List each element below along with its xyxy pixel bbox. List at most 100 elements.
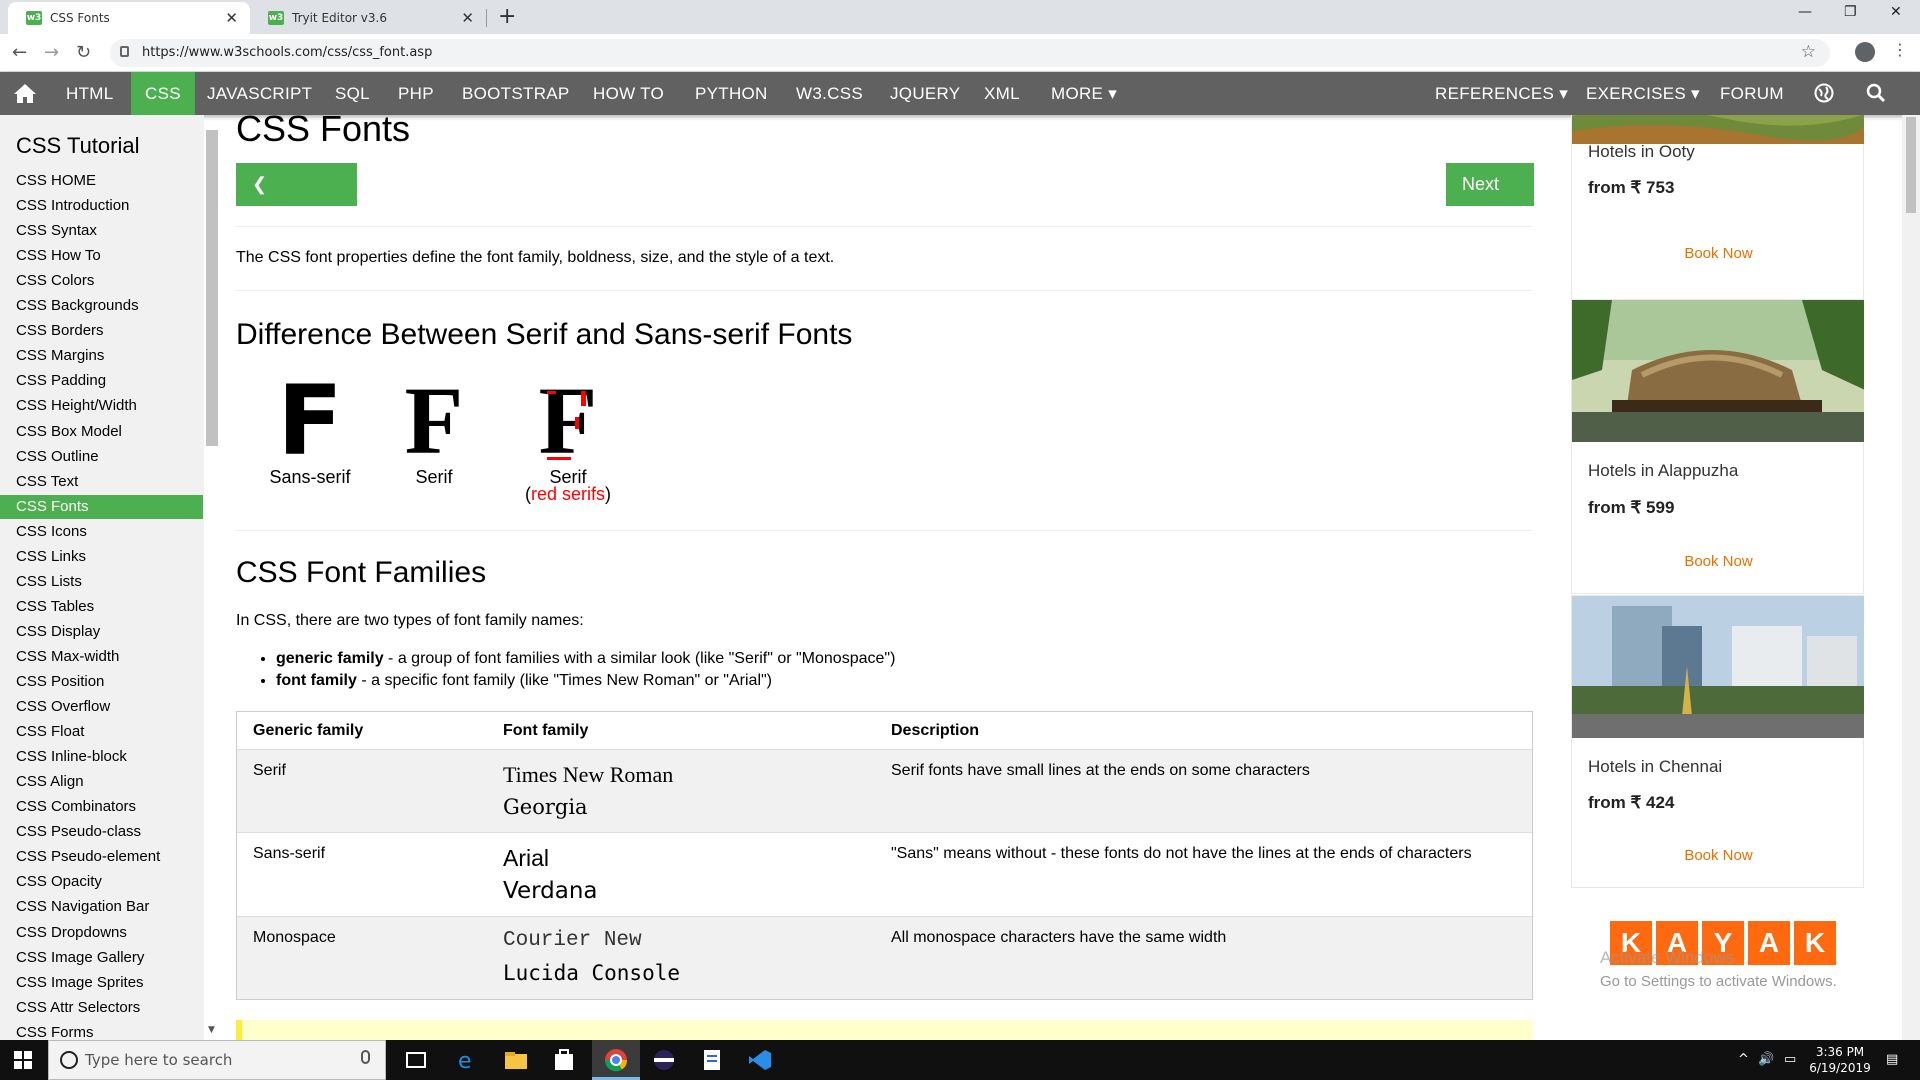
close-tab-icon[interactable]: ✕: [225, 9, 238, 27]
sidebar-item[interactable]: CSS Introduction: [0, 194, 203, 218]
nav-html[interactable]: HTML: [52, 72, 127, 115]
previous-button[interactable]: ❮ Previous: [236, 163, 357, 237]
nav-bootstrap[interactable]: BOOTSTRAP: [448, 72, 584, 115]
sidebar-item[interactable]: CSS Box Model: [0, 420, 203, 444]
book-now-link[interactable]: Book Now: [1572, 245, 1864, 262]
table-row: Serif Times New Roman Georgia Serif font…: [237, 750, 1532, 833]
sidebar-item[interactable]: CSS Margins: [0, 344, 203, 368]
browser-tab-tryit-editor[interactable]: w3 Tryit Editor v3.6 ✕: [250, 2, 486, 34]
edge-browser-icon[interactable]: e: [455, 1048, 481, 1072]
next-button[interactable]: Next ❯: [1446, 163, 1534, 237]
sidebar-item[interactable]: CSS Lists: [0, 570, 203, 594]
new-tab-icon[interactable]: +: [498, 4, 516, 29]
notepad-icon[interactable]: [699, 1048, 725, 1072]
browser-tab-css-fonts[interactable]: w3 CSS Fonts ✕: [8, 2, 250, 34]
url-text: https://www.w3schools.com/css/css_font.a…: [142, 45, 433, 60]
sidebar-item[interactable]: CSS Forms: [0, 1021, 203, 1040]
nav-sql[interactable]: SQL: [321, 72, 384, 115]
minimize-icon[interactable]: —: [1798, 4, 1812, 20]
browser-menu-icon[interactable]: ⋮: [1892, 40, 1908, 59]
sidebar-item[interactable]: CSS Align: [0, 770, 203, 794]
sidebar-item[interactable]: CSS Overflow: [0, 695, 203, 719]
nav-exercises[interactable]: EXERCISES ▾: [1572, 72, 1714, 115]
nav-w3css[interactable]: W3.CSS: [782, 72, 877, 115]
sidebar-item[interactable]: CSS Links: [0, 545, 203, 569]
eclipse-icon[interactable]: [651, 1048, 677, 1072]
nav-javascript[interactable]: JAVASCRIPT: [193, 72, 326, 115]
sidebar-item[interactable]: CSS Opacity: [0, 870, 203, 894]
nav-more[interactable]: MORE ▾: [1037, 72, 1131, 115]
sidebar-item[interactable]: CSS Combinators: [0, 795, 203, 819]
close-tab-icon[interactable]: ✕: [461, 9, 474, 27]
hotel-card-alappuzha[interactable]: Hotels in Alappuzha from ₹ 599 Book Now: [1571, 299, 1864, 594]
nav-css[interactable]: CSS: [131, 72, 195, 115]
vscode-icon[interactable]: [747, 1048, 773, 1072]
w3schools-favicon-icon: w3: [268, 11, 284, 25]
sidebar-item[interactable]: CSS Max-width: [0, 645, 203, 669]
page-scrollbar-thumb[interactable]: [1906, 117, 1916, 213]
file-explorer-icon[interactable]: [503, 1048, 529, 1072]
task-view-icon[interactable]: [403, 1048, 429, 1072]
back-icon[interactable]: ←: [12, 42, 27, 63]
sidebar-item[interactable]: CSS Position: [0, 670, 203, 694]
page-scrollbar[interactable]: [1902, 115, 1920, 1040]
sidebar-item[interactable]: CSS Image Sprites: [0, 971, 203, 995]
tray-chevron-icon[interactable]: ^: [1738, 1052, 1749, 1067]
sidebar-scroll-down-icon[interactable]: ▼: [208, 1025, 215, 1035]
home-icon[interactable]: [12, 82, 38, 104]
microphone-icon[interactable]: [361, 1050, 370, 1064]
book-now-link[interactable]: Book Now: [1572, 847, 1864, 864]
nav-jquery[interactable]: JQUERY: [876, 72, 974, 115]
nav-references[interactable]: REFERENCES ▾: [1421, 72, 1582, 115]
sidebar-item[interactable]: CSS Colors: [0, 269, 203, 293]
globe-icon[interactable]: [1814, 83, 1834, 103]
forward-icon[interactable]: →: [44, 42, 59, 63]
sidebar-scrollbar[interactable]: [206, 130, 218, 446]
sidebar-item[interactable]: CSS Borders: [0, 319, 203, 343]
profile-avatar-icon[interactable]: [1855, 42, 1875, 62]
nav-python[interactable]: PYTHON: [681, 72, 782, 115]
nav-xml[interactable]: XML: [970, 72, 1034, 115]
sidebar-item[interactable]: CSS Tables: [0, 595, 203, 619]
sidebar-item[interactable]: CSS Pseudo-element: [0, 845, 203, 869]
windows-start-icon[interactable]: [14, 1051, 32, 1069]
address-bar[interactable]: https://www.w3schools.com/css/css_font.a…: [110, 39, 1830, 67]
sidebar-item[interactable]: CSS Text: [0, 470, 203, 494]
sidebar-item[interactable]: CSS Icons: [0, 520, 203, 544]
sidebar-item[interactable]: CSS Dropdowns: [0, 921, 203, 945]
column-header: Description: [891, 722, 980, 739]
taskbar-clock[interactable]: 3:36 PM 6/19/2019: [1800, 1044, 1880, 1076]
nav-forum[interactable]: FORUM: [1706, 72, 1798, 115]
sidebar-item[interactable]: CSS Navigation Bar: [0, 895, 203, 919]
sidebar-item[interactable]: CSS Backgrounds: [0, 294, 203, 318]
sidebar-item[interactable]: CSS Pseudo-class: [0, 820, 203, 844]
sidebar-item[interactable]: CSS Float: [0, 720, 203, 744]
page-title: CSS Fonts: [236, 115, 411, 149]
reload-icon[interactable]: ↻: [76, 42, 91, 63]
sidebar-item[interactable]: CSS How To: [0, 244, 203, 268]
search-icon[interactable]: [1866, 83, 1886, 103]
nav-php[interactable]: PHP: [384, 72, 448, 115]
bookmark-star-icon[interactable]: ☆: [1801, 42, 1816, 62]
sidebar-item[interactable]: CSS Display: [0, 620, 203, 644]
network-icon[interactable]: ▭: [1784, 1052, 1796, 1067]
store-icon[interactable]: [551, 1048, 577, 1072]
volume-icon[interactable]: 🔊: [1758, 1052, 1774, 1067]
sidebar-item[interactable]: CSS Syntax: [0, 219, 203, 243]
restore-icon[interactable]: ❐: [1844, 4, 1857, 20]
sidebar-item[interactable]: CSS Attr Selectors: [0, 996, 203, 1020]
sidebar-item[interactable]: CSS Inline-block: [0, 745, 203, 769]
sidebar-item[interactable]: CSS Padding: [0, 369, 203, 393]
window-close-icon[interactable]: ✕: [1890, 4, 1902, 20]
hotel-card-chennai[interactable]: Hotels in Chennai from ₹ 424 Book Now: [1571, 595, 1864, 888]
sidebar-item[interactable]: CSS Fonts: [0, 494, 203, 519]
taskbar-search-box[interactable]: Type here to search: [48, 1040, 386, 1080]
sidebar-item[interactable]: CSS Outline: [0, 445, 203, 469]
sidebar-item[interactable]: CSS HOME: [0, 169, 203, 193]
book-now-link[interactable]: Book Now: [1572, 553, 1864, 570]
notifications-icon[interactable]: ▤: [1886, 1052, 1898, 1067]
sidebar-item[interactable]: CSS Image Gallery: [0, 946, 203, 970]
chrome-icon[interactable]: [603, 1048, 629, 1072]
sidebar-item[interactable]: CSS Height/Width: [0, 394, 203, 418]
nav-how-to[interactable]: HOW TO: [579, 72, 678, 115]
